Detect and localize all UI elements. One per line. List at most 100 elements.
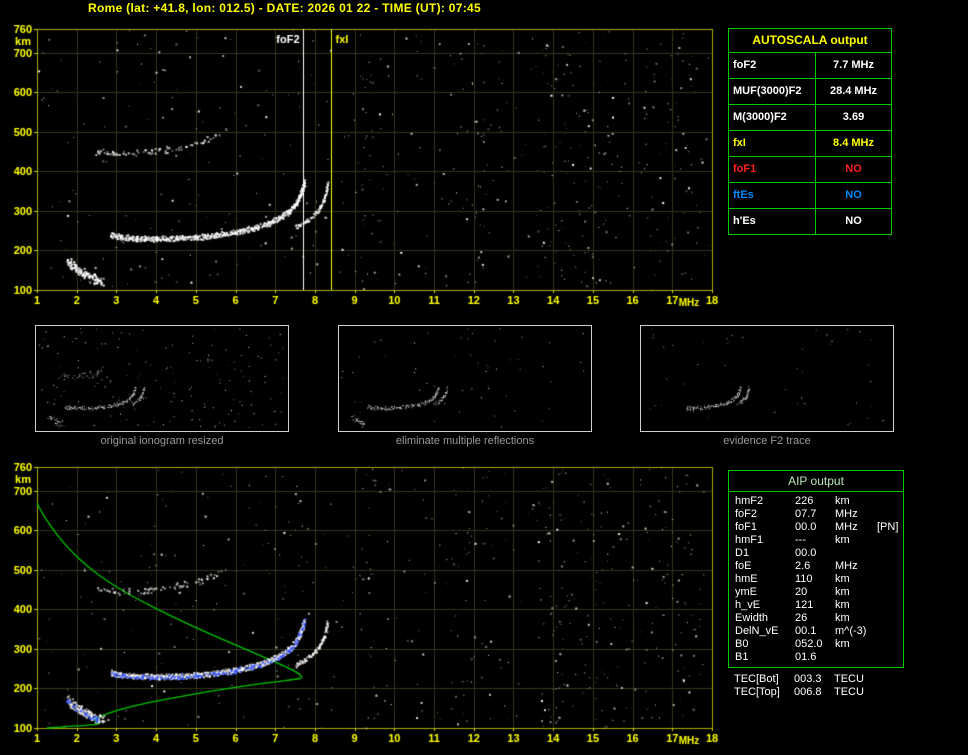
aip-unit: MHz xyxy=(835,560,877,573)
aip-table-row: foF100.0MHz[PN] xyxy=(729,521,903,534)
aip-param-label: D1 xyxy=(735,547,795,560)
aip-param-label: B1 xyxy=(735,651,795,664)
aip-param-label: foF2 xyxy=(735,508,795,521)
aip-value: 121 xyxy=(795,599,835,612)
thumbnail-f2-trace-canvas xyxy=(640,325,894,432)
aip-table-row: foF207.7MHz xyxy=(729,508,903,521)
autoscala-param-label: foF1 xyxy=(729,157,816,182)
thumbnail-f2-trace: evidence F2 trace xyxy=(640,325,894,447)
tec-row: TEC[Bot]003.3TECU xyxy=(728,673,902,686)
aip-value: --- xyxy=(795,534,835,547)
tec-value: 003.3 xyxy=(794,673,834,686)
autoscala-param-label: MUF(3000)F2 xyxy=(729,79,816,104)
aip-unit: km xyxy=(835,599,877,612)
aip-value: 110 xyxy=(795,573,835,586)
aip-extra xyxy=(877,625,903,638)
aip-table-row: h_vE121km xyxy=(729,599,903,612)
aip-param-label: foE xyxy=(735,560,795,573)
thumbnail-original-ionogram: original ionogram resized xyxy=(35,325,289,447)
aip-value: 00.0 xyxy=(795,547,835,560)
autoscala-screen: Rome (lat: +41.8, lon: 012.5) - DATE: 20… xyxy=(0,0,968,755)
aip-unit xyxy=(835,547,877,560)
aip-extra: [PN] xyxy=(877,521,903,534)
aip-table-row: D100.0 xyxy=(729,547,903,560)
autoscala-table-row: h'EsNO xyxy=(729,209,891,234)
aip-unit: m^(-3) xyxy=(835,625,877,638)
aip-table-row: hmE110km xyxy=(729,573,903,586)
thumbnail-caption: eliminate multiple reflections xyxy=(338,435,592,447)
autoscala-value: 3.69 xyxy=(816,105,891,130)
aip-table-row: B0052.0km xyxy=(729,638,903,651)
autoscala-param-label: ftEs xyxy=(729,183,816,208)
autoscala-table-row: ftEsNO xyxy=(729,183,891,209)
autoscala-table-title: AUTOSCALA output xyxy=(729,29,891,53)
aip-table-title: AIP output xyxy=(729,471,903,492)
aip-param-label: hmF2 xyxy=(735,495,795,508)
aip-table-row: foE2.6MHz xyxy=(729,560,903,573)
aip-output-table: AIP output hmF2226kmfoF207.7MHzfoF100.0M… xyxy=(728,470,904,668)
aip-table-row: hmF2226km xyxy=(729,495,903,508)
autoscala-table-body: foF27.7 MHzMUF(3000)F228.4 MHzM(3000)F23… xyxy=(729,53,891,234)
tec-unit: TECU xyxy=(834,673,876,686)
thumbnail-no-multiples-canvas xyxy=(338,325,592,432)
aip-unit: km xyxy=(835,573,877,586)
aip-unit: km xyxy=(835,612,877,625)
aip-table-row: B101.6 xyxy=(729,651,903,664)
aip-unit: km xyxy=(835,638,877,651)
thumbnail-caption: original ionogram resized xyxy=(35,435,289,447)
autoscala-table-row: MUF(3000)F228.4 MHz xyxy=(729,79,891,105)
aip-extra xyxy=(877,573,903,586)
autoscala-value: NO xyxy=(816,183,891,208)
aip-table-body: hmF2226kmfoF207.7MHzfoF100.0MHz[PN]hmF1-… xyxy=(729,495,903,664)
aip-value: 00.1 xyxy=(795,625,835,638)
autoscala-output-table: AUTOSCALA output foF27.7 MHzMUF(3000)F22… xyxy=(728,28,892,235)
aip-param-label: hmE xyxy=(735,573,795,586)
aip-value: 07.7 xyxy=(795,508,835,521)
aip-value: 26 xyxy=(795,612,835,625)
aip-param-label: B0 xyxy=(735,638,795,651)
aip-value: 00.0 xyxy=(795,521,835,534)
autoscala-value: 8.4 MHz xyxy=(816,131,891,156)
aip-value: 226 xyxy=(795,495,835,508)
aip-extra xyxy=(877,586,903,599)
thumbnail-original-canvas xyxy=(35,325,289,432)
aip-value: 01.6 xyxy=(795,651,835,664)
aip-unit: km xyxy=(835,534,877,547)
aip-extra xyxy=(877,599,903,612)
aip-extra xyxy=(877,508,903,521)
thumbnail-caption: evidence F2 trace xyxy=(640,435,894,447)
aip-extra xyxy=(877,612,903,625)
main-ionogram-plot xyxy=(0,16,725,308)
autoscala-value: 7.7 MHz xyxy=(816,53,891,78)
aip-param-label: Ewidth xyxy=(735,612,795,625)
thumbnail-no-multiples: eliminate multiple reflections xyxy=(338,325,592,447)
aip-param-label: DelN_vE xyxy=(735,625,795,638)
tec-value: 006.8 xyxy=(794,686,834,699)
aip-table-row: ymE20km xyxy=(729,586,903,599)
aip-table-row: Ewidth26km xyxy=(729,612,903,625)
aip-extra xyxy=(877,651,903,664)
tec-row: TEC[Top]006.8TECU xyxy=(728,686,902,699)
autoscala-param-label: h'Es xyxy=(729,209,816,234)
aip-extra xyxy=(877,638,903,651)
aip-unit: MHz xyxy=(835,508,877,521)
profile-ionogram-plot xyxy=(0,458,725,755)
autoscala-param-label: M(3000)F2 xyxy=(729,105,816,130)
tec-param-label: TEC[Top] xyxy=(734,686,794,699)
autoscala-table-row: foF27.7 MHz xyxy=(729,53,891,79)
aip-param-label: hmF1 xyxy=(735,534,795,547)
aip-value: 2.6 xyxy=(795,560,835,573)
aip-extra xyxy=(877,534,903,547)
aip-extra xyxy=(877,547,903,560)
aip-table-row: hmF1---km xyxy=(729,534,903,547)
autoscala-table-row: foF1NO xyxy=(729,157,891,183)
aip-extra xyxy=(877,560,903,573)
aip-unit xyxy=(835,651,877,664)
aip-unit: MHz xyxy=(835,521,877,534)
autoscala-param-label: fxI xyxy=(729,131,816,156)
tec-values: TEC[Bot]003.3TECUTEC[Top]006.8TECU xyxy=(728,673,902,699)
aip-param-label: ymE xyxy=(735,586,795,599)
aip-param-label: foF1 xyxy=(735,521,795,534)
autoscala-value: 28.4 MHz xyxy=(816,79,891,104)
aip-value: 20 xyxy=(795,586,835,599)
